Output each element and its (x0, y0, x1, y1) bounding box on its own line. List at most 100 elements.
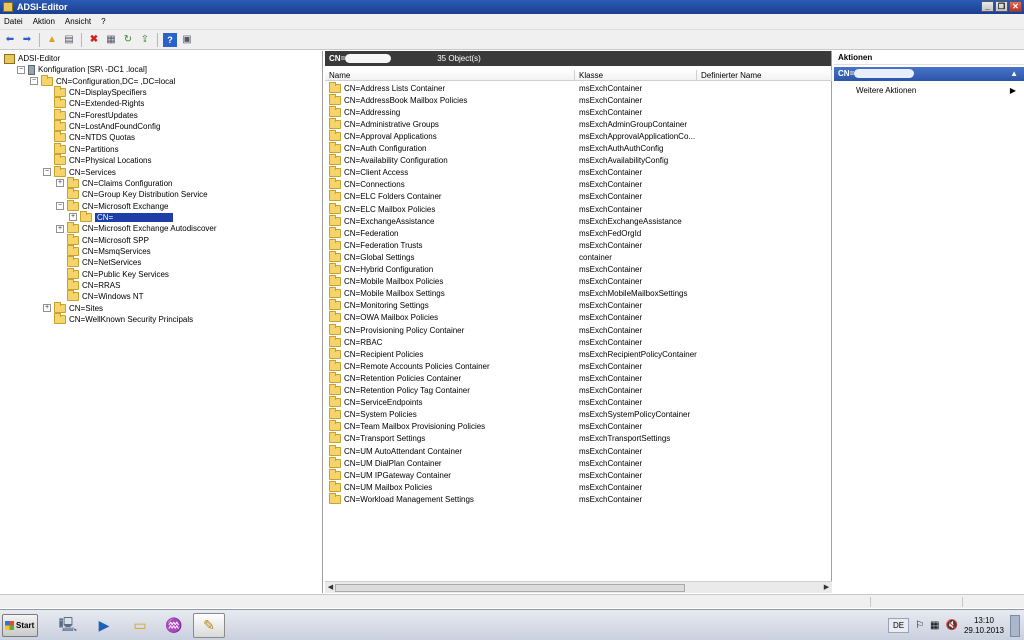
language-indicator[interactable]: DE (887, 618, 910, 633)
collapse-icon[interactable]: − (17, 65, 25, 74)
collapse-icon[interactable]: − (43, 168, 51, 176)
list-row[interactable]: CN=OWA Mailbox Policies msExchContainer (325, 311, 832, 324)
tree-node[interactable]: + CN=Claims Configuration (56, 176, 172, 189)
menu-action[interactable]: Aktion (33, 17, 55, 26)
back-arrow-icon[interactable]: ⬅ (3, 33, 17, 47)
refresh-icon[interactable]: ↻ (121, 33, 135, 47)
export-list-icon[interactable]: ⇪ (138, 33, 152, 47)
forward-arrow-icon[interactable]: ➡ (20, 33, 34, 47)
explorer-icon[interactable]: ▭ (124, 613, 156, 638)
scrollbar-thumb[interactable] (335, 584, 685, 592)
tree-node[interactable]: CN=Public Key Services (56, 267, 169, 280)
minimize-button[interactable]: _ (981, 1, 994, 12)
collapse-icon[interactable]: ▲ (1010, 67, 1018, 81)
volume-icon[interactable]: 🔇 (946, 620, 958, 631)
close-button[interactable]: ✕ (1009, 1, 1022, 12)
expand-icon[interactable]: + (69, 213, 77, 222)
list-row[interactable]: CN=ServiceEndpoints msExchContainer (325, 396, 832, 409)
list-row[interactable]: CN=Recipient Policies msExchRecipientPoli… (325, 347, 832, 360)
tree-node[interactable]: CN=LostAndFoundConfig (43, 120, 160, 132)
tree-node[interactable]: CN=Partitions (43, 142, 119, 155)
adsi-editor-taskbar-icon[interactable]: ✎ (193, 613, 225, 638)
restore-button[interactable]: ❐ (995, 1, 1008, 12)
list-row[interactable]: CN=Addressing msExchContainer (325, 105, 832, 118)
actions-group-header[interactable]: CN= ▲ (834, 67, 1024, 81)
list-row[interactable]: CN=AddressBook Mailbox Policies msExchCon… (325, 93, 832, 106)
collapse-icon[interactable]: − (56, 202, 64, 211)
menu-file[interactable]: Datei (4, 17, 23, 26)
list-row[interactable]: CN=Retention Policies Container msExchCon… (325, 371, 832, 384)
expand-icon[interactable]: + (56, 179, 64, 188)
list-row[interactable]: CN=UM AutoAttendant Container msExchConta… (325, 444, 832, 457)
tree-node[interactable]: + CN=Microsoft Exchange Autodiscover (56, 222, 217, 234)
list-row[interactable]: CN=Connections msExchContainer (325, 178, 832, 191)
list-row[interactable]: CN=Mobile Mailbox Policies msExchContaine… (325, 275, 832, 288)
list-row[interactable]: CN=UM IPGateway Container msExchContainer (325, 468, 832, 481)
list-row[interactable]: CN=Transport Settings msExchTransportSett… (325, 432, 832, 445)
help-icon[interactable]: ? (163, 32, 177, 47)
tree-node[interactable]: CN=RRAS (56, 279, 120, 291)
tree-node[interactable]: CN=NTDS Quotas (43, 131, 135, 143)
list-row[interactable]: CN=Address Lists Container msExchContaine… (325, 81, 832, 94)
expand-icon[interactable]: + (43, 304, 51, 313)
show-action-pane-icon[interactable]: ▣ (180, 33, 194, 47)
tree-node[interactable]: CN=Group Key Distribution Service (56, 188, 208, 200)
tree-node[interactable]: CN=MsmqServices (56, 244, 151, 257)
tree-node[interactable]: − Konfiguration [SR\ -DC1 .local] (17, 64, 147, 75)
tree-node[interactable]: − CN=Microsoft Exchange (56, 199, 168, 212)
list-row[interactable]: CN=ELC Mailbox Policies msExchContainer (325, 202, 832, 215)
list-row[interactable]: CN=Hybrid Configuration msExchContainer (325, 263, 832, 276)
network-icon[interactable]: ▦ (930, 620, 939, 631)
list-row[interactable]: CN=Provisioning Policy Container msExchCo… (325, 323, 832, 336)
horizontal-scrollbar[interactable]: ◀ ▶ (325, 581, 832, 593)
tree-node[interactable]: CN=WellKnown Security Principals (43, 313, 193, 325)
tree-node[interactable]: CN=ForestUpdates (43, 108, 138, 121)
list-row[interactable]: CN=Auth Configuration msExchAuthAuthConfi… (325, 142, 832, 155)
delete-icon[interactable]: ✖ (87, 33, 101, 47)
tree-node[interactable]: CN=Physical Locations (43, 154, 151, 166)
tree-node[interactable]: − CN=Configuration,DC= ,DC=local (30, 74, 175, 87)
menu-view[interactable]: Ansicht (65, 17, 91, 26)
list-row[interactable]: CN=System Policies msExchSystemPolicyCont… (325, 408, 832, 421)
tree-node[interactable]: CN=Windows NT (56, 290, 144, 302)
up-folder-icon[interactable]: ▲ (45, 33, 59, 47)
tree-node[interactable]: + CN=Sites (43, 301, 103, 314)
list-row[interactable]: CN=UM DialPlan Container msExchContainer (325, 456, 832, 469)
list-row[interactable]: CN=Client Access msExchContainer (325, 166, 832, 179)
scroll-left-icon[interactable]: ◀ (326, 583, 335, 592)
tree-node[interactable]: CN=DisplaySpecifiers (43, 86, 147, 98)
collapse-icon[interactable]: − (30, 77, 38, 86)
start-button[interactable]: Start (2, 614, 38, 637)
list-row[interactable]: CN=Monitoring Settings msExchContainer (325, 299, 832, 312)
menu-help[interactable]: ? (101, 17, 105, 26)
list-row[interactable]: CN=ExchangeAssistance msExchExchangeAssis… (325, 214, 832, 227)
performance-monitor-icon[interactable]: ♒ (158, 613, 190, 638)
list-row[interactable]: CN=Administrative Groups msExchAdminGroup… (325, 117, 832, 130)
more-actions-item[interactable]: Weitere Aktionen ▶ (834, 84, 1024, 98)
clock[interactable]: 13:10 29.10.2013 (964, 616, 1004, 636)
flag-icon[interactable]: ⚐ (915, 620, 924, 631)
server-manager-icon[interactable]: 🖳 (52, 613, 84, 638)
tree-node[interactable]: CN=Microsoft SPP (56, 233, 149, 246)
list-row[interactable]: CN=RBAC msExchContainer (325, 335, 832, 348)
list-row[interactable]: CN=Workload Management Settings msExchCon… (325, 492, 832, 505)
list-row[interactable]: CN=ELC Folders Container msExchContainer (325, 190, 832, 203)
list-row[interactable]: CN=Team Mailbox Provisioning Policies msE… (325, 420, 832, 433)
show-tree-icon[interactable]: ▤ (62, 33, 76, 47)
tree-node[interactable]: CN=NetServices (56, 256, 141, 268)
column-name[interactable]: Name (325, 70, 575, 80)
list-row[interactable]: CN=Remote Accounts Policies Container msE… (325, 359, 832, 372)
tree-node[interactable]: + CN= (69, 210, 174, 223)
tree-node[interactable]: − CN=Services (43, 165, 116, 178)
column-distinguished-name[interactable]: Definierter Name (697, 70, 832, 80)
list-row[interactable]: CN=Federation Trusts msExchContainer (325, 238, 832, 251)
scroll-right-icon[interactable]: ▶ (822, 583, 831, 592)
column-class[interactable]: Klasse (575, 70, 697, 80)
list-row[interactable]: CN=Availability Configuration msExchAvail… (325, 154, 832, 167)
list-row[interactable]: CN=UM Mailbox Policies msExchContainer (325, 480, 832, 493)
list-row[interactable]: CN=Approval Applications msExchApprovalAp… (325, 129, 832, 142)
powershell-icon[interactable]: ▶ (88, 613, 120, 638)
tree-node[interactable]: CN=Extended-Rights (43, 97, 144, 109)
properties-icon[interactable]: ▦ (104, 33, 118, 47)
list-row[interactable]: CN=Retention Policy Tag Container msExchC… (325, 384, 832, 397)
